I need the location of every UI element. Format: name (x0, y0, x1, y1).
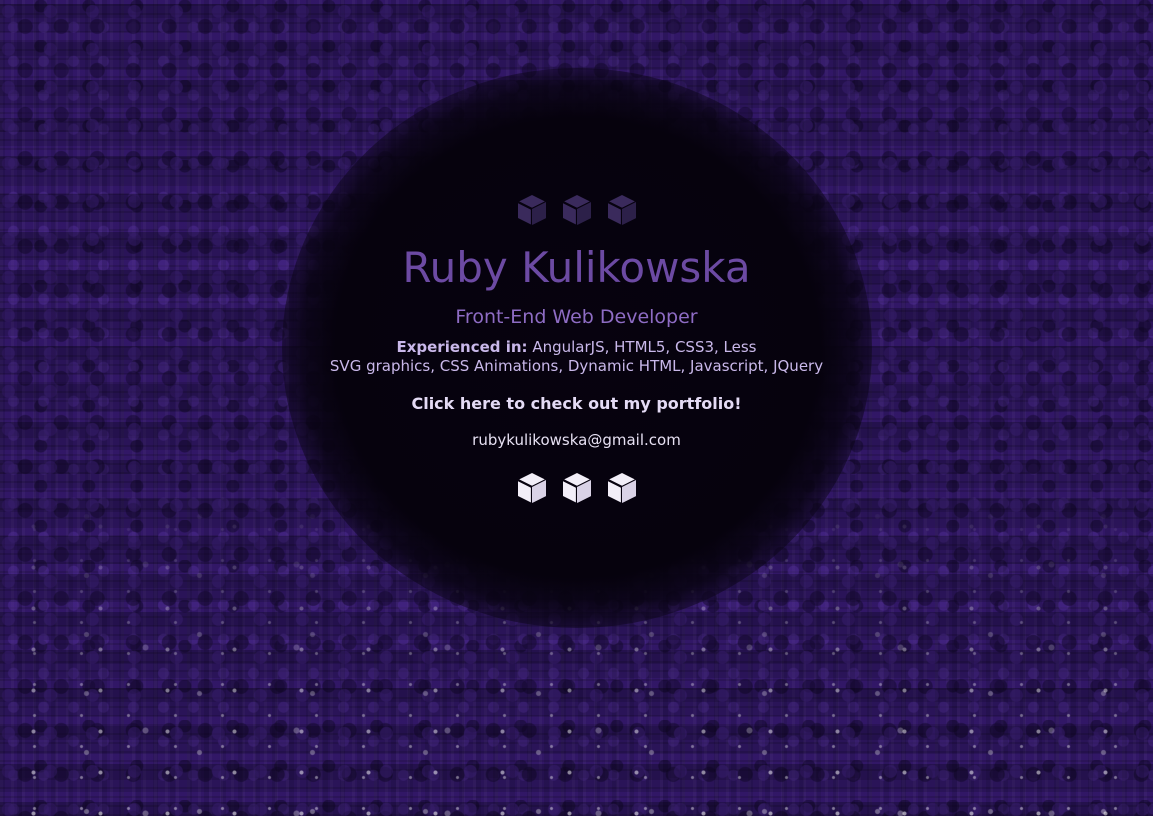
page-title: Ruby Kulikowska (402, 243, 751, 292)
cube-icon (604, 192, 640, 228)
cube-icon (514, 470, 550, 506)
job-title: Front-End Web Developer (455, 306, 698, 328)
profile-card: Ruby Kulikowska Front-End Web Developer … (300, 190, 853, 508)
cube-icon (514, 192, 550, 228)
skills-section: Experienced in: AngularJS, HTML5, CSS3, … (300, 338, 853, 376)
portfolio-link[interactable]: Click here to check out my portfolio! (300, 394, 853, 414)
cube-icon (604, 470, 640, 506)
top-cube-icons (300, 190, 853, 230)
email-address: rubykulikowska@gmail.com (472, 431, 681, 449)
cube-icon (559, 192, 595, 228)
cube-icon (559, 470, 595, 506)
skills-line-2: SVG graphics, CSS Animations, Dynamic HT… (329, 357, 824, 375)
bottom-cube-icons (300, 468, 853, 508)
skills-label: Experienced in: (396, 338, 528, 356)
skills-line-1: AngularJS, HTML5, CSS3, Less (532, 338, 757, 356)
